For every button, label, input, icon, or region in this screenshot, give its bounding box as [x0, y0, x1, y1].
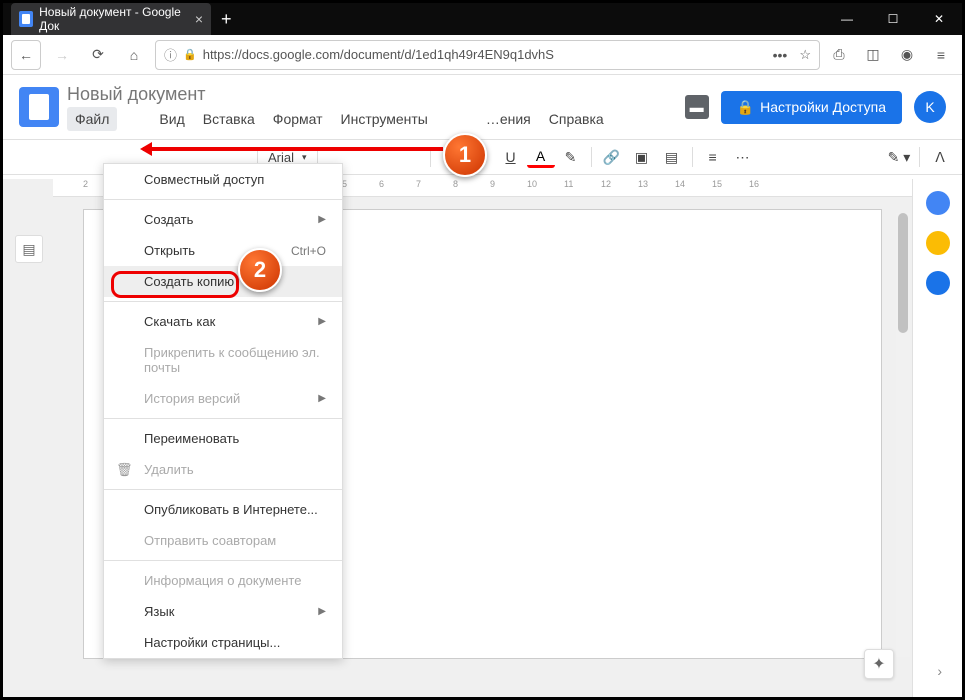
tab-close-icon[interactable]: ×	[195, 11, 203, 27]
underline-button[interactable]: U	[497, 143, 525, 171]
browser-tab[interactable]: Новый документ - Google Док ×	[11, 3, 211, 35]
trash-icon: 🗑	[116, 462, 133, 478]
menu-separator	[104, 301, 342, 302]
menu-insert[interactable]: Вставка	[195, 107, 263, 131]
docs-menubar: Файл … Вид Вставка Формат Инструменты …е…	[67, 107, 612, 131]
home-button[interactable]: ⌂	[119, 40, 149, 70]
close-button[interactable]: ✕	[916, 3, 962, 35]
chevron-right-icon: ▶	[318, 316, 326, 327]
more-button[interactable]: ⋯	[729, 143, 757, 171]
library-icon[interactable]: ⎙	[826, 42, 852, 68]
explore-button[interactable]: ✦	[864, 649, 894, 679]
menu-open[interactable]: ОткрытьCtrl+O	[104, 235, 342, 266]
comments-icon[interactable]: ▬	[685, 95, 709, 119]
minimize-button[interactable]: —	[824, 3, 870, 35]
window-controls: — ☐ ✕	[824, 3, 962, 35]
browser-titlebar: Новый документ - Google Док × + — ☐ ✕	[3, 3, 962, 35]
docs-logo[interactable]	[19, 87, 59, 127]
menu-email-attachment: Прикрепить к сообщению эл. почты	[104, 337, 342, 383]
url-bar[interactable]: ⓘ 🔒 https://docs.google.com/document/d/1…	[155, 40, 820, 70]
menu-doc-details: Информация о документе	[104, 565, 342, 596]
menu-publish-web[interactable]: Опубликовать в Интернете...	[104, 494, 342, 525]
toolbar-sep	[919, 147, 920, 167]
side-panel	[912, 179, 962, 697]
menu-download-as[interactable]: Скачать как▶	[104, 306, 342, 337]
sidebar-icon[interactable]: ◫	[860, 42, 886, 68]
annotation-arrow	[143, 147, 443, 151]
tab-favicon	[19, 11, 33, 27]
menu-icon[interactable]: ≡	[928, 42, 954, 68]
toolbar-sep	[591, 147, 592, 167]
highlight-button[interactable]: ✎	[557, 143, 585, 171]
back-button[interactable]: ←	[11, 40, 41, 70]
chevron-right-icon: ▶	[318, 606, 326, 617]
menu-help[interactable]: Справка	[541, 107, 612, 131]
menu-view[interactable]: Вид	[151, 107, 192, 131]
new-tab-button[interactable]: +	[221, 9, 232, 30]
menu-format[interactable]: Формат	[265, 107, 331, 131]
menu-language[interactable]: Язык▶	[104, 596, 342, 627]
comment-button[interactable]: ▣	[628, 143, 656, 171]
menu-separator	[104, 199, 342, 200]
profile-icon[interactable]: ◉	[894, 42, 920, 68]
link-button[interactable]: 🔗	[598, 143, 626, 171]
editing-mode-button[interactable]: ✎ ▾	[885, 143, 913, 171]
toolbar-sep	[692, 147, 693, 167]
forward-button[interactable]: →	[47, 40, 77, 70]
menu-separator	[104, 418, 342, 419]
tab-title: Новый документ - Google Док	[39, 5, 185, 33]
lock-icon: 🔒	[183, 48, 197, 61]
menu-version-history[interactable]: История версий▶	[104, 383, 342, 414]
menu-addons[interactable]: …ения	[478, 107, 539, 131]
chevron-right-icon: ▶	[318, 393, 326, 404]
file-menu-dropdown: Совместный доступ Создать▶ ОткрытьCtrl+O…	[103, 163, 343, 659]
chevron-right-icon: ▶	[318, 214, 326, 225]
url-text: https://docs.google.com/document/d/1ed1q…	[203, 47, 554, 62]
site-info-icon[interactable]: ⓘ	[164, 45, 177, 64]
annotation-step-2: 2	[238, 248, 282, 292]
collapse-button[interactable]: ᐱ	[926, 143, 954, 171]
docs-header: Новый документ Файл … Вид Вставка Формат…	[3, 75, 962, 139]
explore-icon: ✦	[872, 654, 885, 674]
align-button[interactable]: ≡	[699, 143, 727, 171]
text-color-button[interactable]: A	[527, 146, 555, 168]
scroll-right-button[interactable]: ›	[937, 663, 942, 679]
doc-title[interactable]: Новый документ	[67, 84, 612, 105]
menu-separator	[104, 489, 342, 490]
calendar-icon[interactable]	[926, 191, 950, 215]
maximize-button[interactable]: ☐	[870, 3, 916, 35]
lock-icon: 🔒	[737, 99, 754, 116]
star-icon[interactable]: ☆	[799, 47, 811, 63]
menu-new[interactable]: Создать▶	[104, 204, 342, 235]
outline-button[interactable]: ▤	[15, 235, 43, 263]
menu-page-setup[interactable]: Настройки страницы...	[104, 627, 342, 658]
menu-separator	[104, 560, 342, 561]
reload-button[interactable]: ⟳	[83, 40, 113, 70]
outline-icon: ▤	[22, 241, 35, 258]
keep-icon[interactable]	[926, 231, 950, 255]
vertical-scrollbar[interactable]	[896, 213, 910, 657]
annotation-highlight	[111, 271, 239, 298]
menu-delete: 🗑Удалить	[104, 454, 342, 485]
menu-file[interactable]: Файл	[67, 107, 117, 131]
user-avatar[interactable]: K	[914, 91, 946, 123]
annotation-step-1: 1	[443, 133, 487, 177]
image-button[interactable]: ▤	[658, 143, 686, 171]
menu-share[interactable]: Совместный доступ	[104, 164, 342, 195]
share-button[interactable]: 🔒 Настройки Доступа	[721, 91, 902, 124]
tasks-icon[interactable]	[926, 271, 950, 295]
menu-tools[interactable]: Инструменты	[333, 107, 436, 131]
menu-email-collaborators: Отправить соавторам	[104, 525, 342, 556]
menu-rename[interactable]: Переименовать	[104, 423, 342, 454]
browser-navbar: ← → ⟳ ⌂ ⓘ 🔒 https://docs.google.com/docu…	[3, 35, 962, 75]
page-actions-icon[interactable]: •••	[773, 47, 788, 63]
